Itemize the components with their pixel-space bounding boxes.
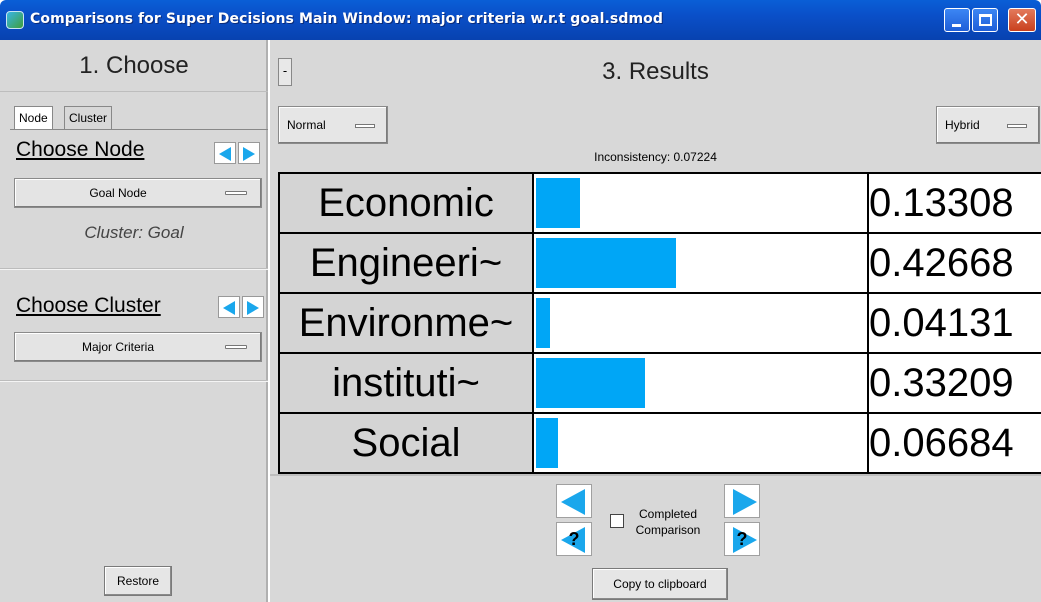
prev-node-icon[interactable] [214,142,236,164]
tab-node[interactable]: Node [14,106,53,130]
result-row: Engineeri~ 0.42668 [280,234,1041,292]
close-icon: ✕ [1014,9,1030,30]
criterion-name: Environme~ [280,294,532,352]
next-cluster-icon[interactable] [242,296,264,318]
restore-button[interactable]: Restore [104,566,172,596]
priority-bar [534,354,867,412]
minimize-button[interactable] [944,8,970,32]
tab-divider [10,129,268,130]
priority-bar [534,174,867,232]
title-bar: Comparisons for Super Decisions Main Win… [0,0,1041,40]
cluster-select-value: Major Criteria [81,340,154,354]
criterion-name: Engineeri~ [280,234,532,292]
hybrid-mode-label: Hybrid [945,118,980,132]
criterion-name: instituti~ [280,354,532,412]
next-unanswered-icon[interactable]: ? [724,522,760,556]
dropdown-indicator-icon [355,124,375,128]
results-heading: 3. Results [602,58,709,85]
result-row: instituti~ 0.33209 [280,354,1041,412]
priority-bar-fill [536,238,676,288]
prev-comparison-icon[interactable] [556,484,592,518]
priority-bar [534,294,867,352]
choose-cluster-label: Choose Cluster [16,294,161,317]
dropdown-indicator-icon [225,345,247,349]
cluster-nav [218,296,266,318]
criterion-name: Social [280,414,532,472]
priority-value: 0.04131 [869,294,1041,352]
choose-node-label: Choose Node [16,138,145,161]
maximize-icon [979,14,992,26]
completed-label: Completed Comparison [635,507,701,537]
result-row: Environme~ 0.04131 [280,294,1041,352]
results-table: Economic 0.13308 Engineeri~ 0.42668 Environm… [278,172,1041,474]
node-select-value: Goal Node [89,186,147,200]
help-question-icon: ? [568,529,580,549]
minimize-icon [952,24,961,27]
tab-cluster[interactable]: Cluster [64,106,113,130]
priority-bar [534,234,867,292]
divider [0,380,268,382]
close-button[interactable]: ✕ [1008,8,1036,32]
priority-value: 0.33209 [869,354,1041,412]
hybrid-mode-select[interactable]: Hybrid [936,106,1040,144]
dropdown-indicator-icon [1007,124,1027,128]
choose-heading: 1. Choose [0,40,268,92]
result-row: Social 0.06684 [280,414,1041,472]
criterion-name: Economic [280,174,532,232]
priority-bar-fill [536,418,558,468]
completed-checkbox[interactable] [610,514,624,528]
priority-value: 0.13308 [869,174,1041,232]
node-select[interactable]: Goal Node [14,178,262,208]
dropdown-indicator-icon [225,191,247,195]
priority-value: 0.42668 [869,234,1041,292]
cluster-info: Cluster: Goal [84,223,184,242]
help-question-icon: ? [736,529,748,549]
priority-value: 0.06684 [869,414,1041,472]
result-row: Economic 0.13308 [280,174,1041,232]
divider [0,268,268,270]
priority-bar-fill [536,358,645,408]
copy-to-clipboard-button[interactable]: Copy to clipboard [592,568,728,600]
window-title: Comparisons for Super Decisions Main Win… [30,11,663,27]
normal-mode-select[interactable]: Normal [278,106,388,144]
next-node-icon[interactable] [238,142,260,164]
next-comparison-icon[interactable] [724,484,760,518]
choose-panel: 1. Choose Node Cluster Choose Node Goal … [0,40,268,602]
cluster-select[interactable]: Major Criteria [14,332,262,362]
window-icon [6,11,24,29]
prev-unanswered-icon[interactable]: ? [556,522,592,556]
maximize-button[interactable] [972,8,998,32]
collapse-toggle-button[interactable]: - [278,58,292,86]
priority-bar-fill [536,298,550,348]
normal-mode-label: Normal [287,118,326,132]
priority-bar [534,414,867,472]
node-nav [214,142,262,164]
prev-cluster-icon[interactable] [218,296,240,318]
priority-bar-fill [536,178,580,228]
inconsistency-label: Inconsistency: 0.07224 [594,150,717,164]
